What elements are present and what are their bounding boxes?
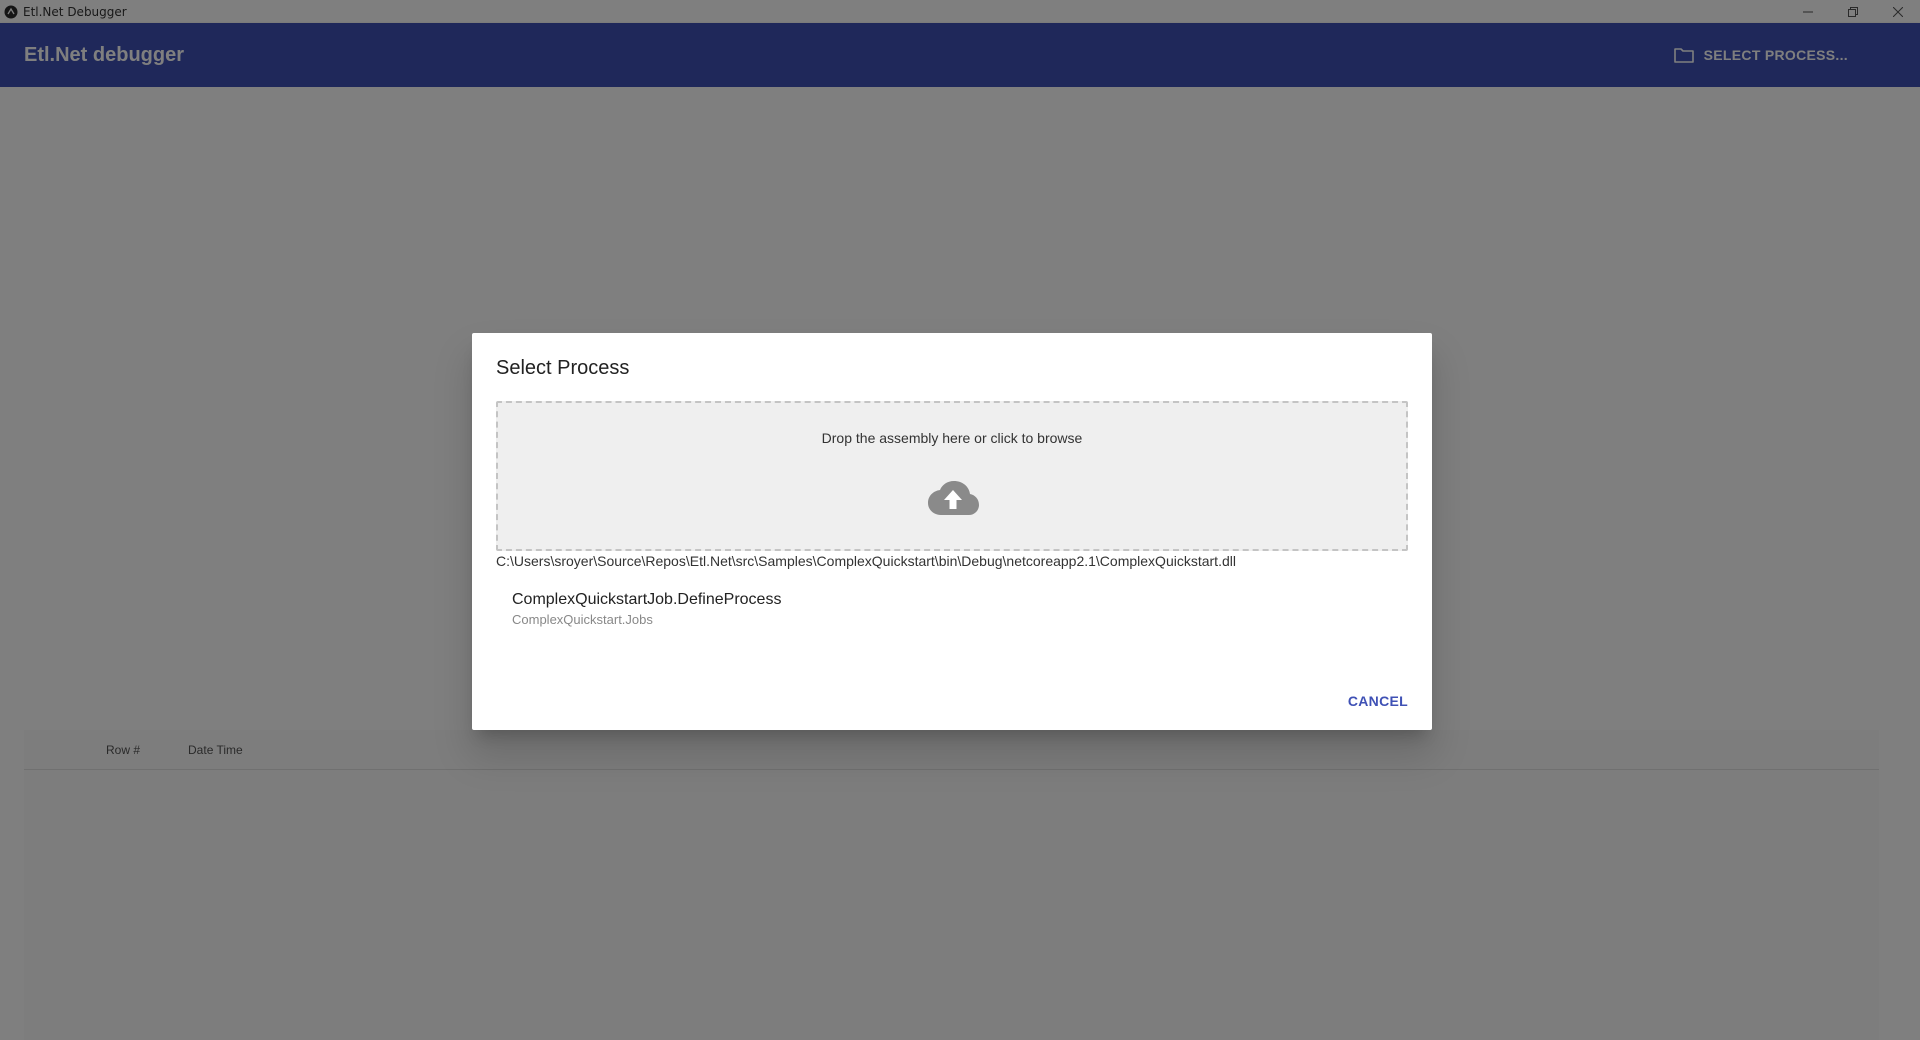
cancel-button[interactable]: CANCEL (1340, 683, 1416, 719)
process-name: ComplexQuickstartJob.DefineProcess (512, 591, 782, 608)
process-list-item[interactable]: ComplexQuickstartJob.DefineProcess Compl… (488, 581, 1416, 637)
dropzone-text: Drop the assembly here or click to brows… (821, 430, 1083, 446)
dialog-title: Select Process (496, 357, 630, 379)
cloud-upload-icon (928, 481, 979, 515)
process-namespace: ComplexQuickstart.Jobs (512, 612, 653, 627)
selected-file-path: C:\Users\sroyer\Source\Repos\Etl.Net\src… (496, 553, 1236, 569)
select-process-dialog: Select Process Drop the assembly here or… (472, 333, 1432, 730)
assembly-dropzone[interactable]: Drop the assembly here or click to brows… (496, 401, 1408, 551)
